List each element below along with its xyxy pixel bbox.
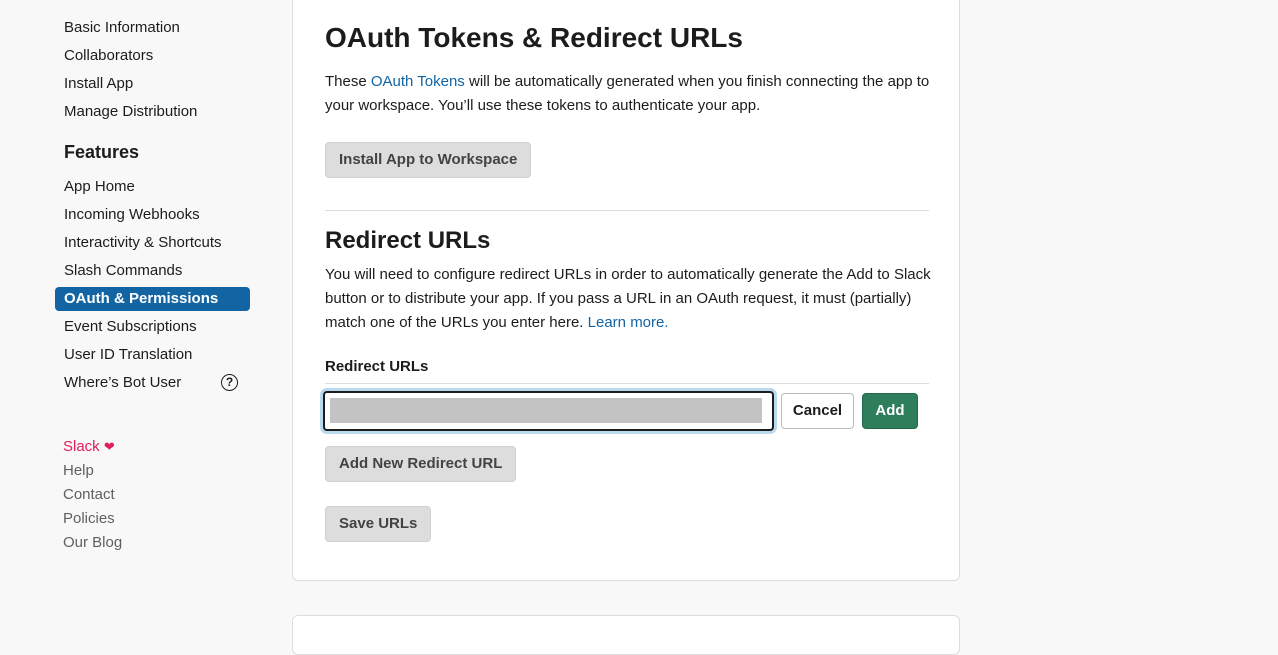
sidebar-item-install-app[interactable]: Install App — [55, 72, 250, 96]
footer-blog-link[interactable]: Our Blog — [63, 533, 122, 553]
footer-help-link[interactable]: Help — [63, 461, 94, 481]
sidebar-item-slash-commands[interactable]: Slash Commands — [55, 259, 250, 283]
sidebar-item-basic-information[interactable]: Basic Information — [55, 16, 250, 40]
footer-slack-label: Slack — [63, 438, 100, 455]
footer-policies-link[interactable]: Policies — [63, 509, 115, 529]
field-divider — [325, 383, 929, 384]
oauth-section-description: These OAuth Tokens will be automatically… — [325, 70, 935, 118]
footer-contact-link[interactable]: Contact — [63, 485, 115, 505]
learn-more-link[interactable]: Learn more. — [588, 314, 669, 331]
sidebar-item-collaborators[interactable]: Collaborators — [55, 44, 250, 68]
sidebar-item-incoming-webhooks[interactable]: Incoming Webhooks — [55, 203, 250, 227]
section-divider — [325, 210, 929, 211]
sidebar-item-interactivity-shortcuts[interactable]: Interactivity & Shortcuts — [55, 231, 250, 255]
add-button[interactable]: Add — [862, 393, 918, 429]
heart-icon: ❤ — [103, 439, 115, 454]
sidebar-item-oauth-permissions[interactable]: OAuth & Permissions — [55, 287, 250, 311]
sidebar-item-user-id-translation[interactable]: User ID Translation — [55, 343, 250, 367]
oauth-desc-before: These — [325, 73, 371, 90]
sidebar-item-event-subscriptions[interactable]: Event Subscriptions — [55, 315, 250, 339]
redirect-url-input[interactable] — [323, 391, 774, 431]
redacted-url-value — [330, 398, 762, 423]
oauth-tokens-link[interactable]: OAuth Tokens — [371, 73, 465, 90]
help-circle-icon[interactable]: ? — [221, 374, 238, 391]
redirect-section-description: You will need to configure redirect URLs… — [325, 263, 935, 335]
sidebar-item-app-home[interactable]: App Home — [55, 175, 250, 199]
install-app-button[interactable]: Install App to Workspace — [325, 142, 532, 178]
cancel-button[interactable]: Cancel — [781, 393, 854, 429]
next-card — [292, 615, 960, 655]
oauth-section-title: OAuth Tokens & Redirect URLs — [325, 22, 743, 53]
sidebar: Basic Information Collaborators Install … — [0, 0, 280, 625]
features-heading: Features — [64, 142, 140, 162]
add-new-redirect-url-button[interactable]: Add New Redirect URL — [325, 446, 517, 482]
sidebar-item-manage-distribution[interactable]: Manage Distribution — [55, 100, 250, 124]
save-urls-button[interactable]: Save URLs — [325, 506, 432, 542]
footer-slack-link[interactable]: Slack ❤ — [63, 437, 115, 457]
redirect-urls-label: Redirect URLs — [325, 358, 429, 375]
redirect-section-title: Redirect URLs — [325, 227, 491, 254]
